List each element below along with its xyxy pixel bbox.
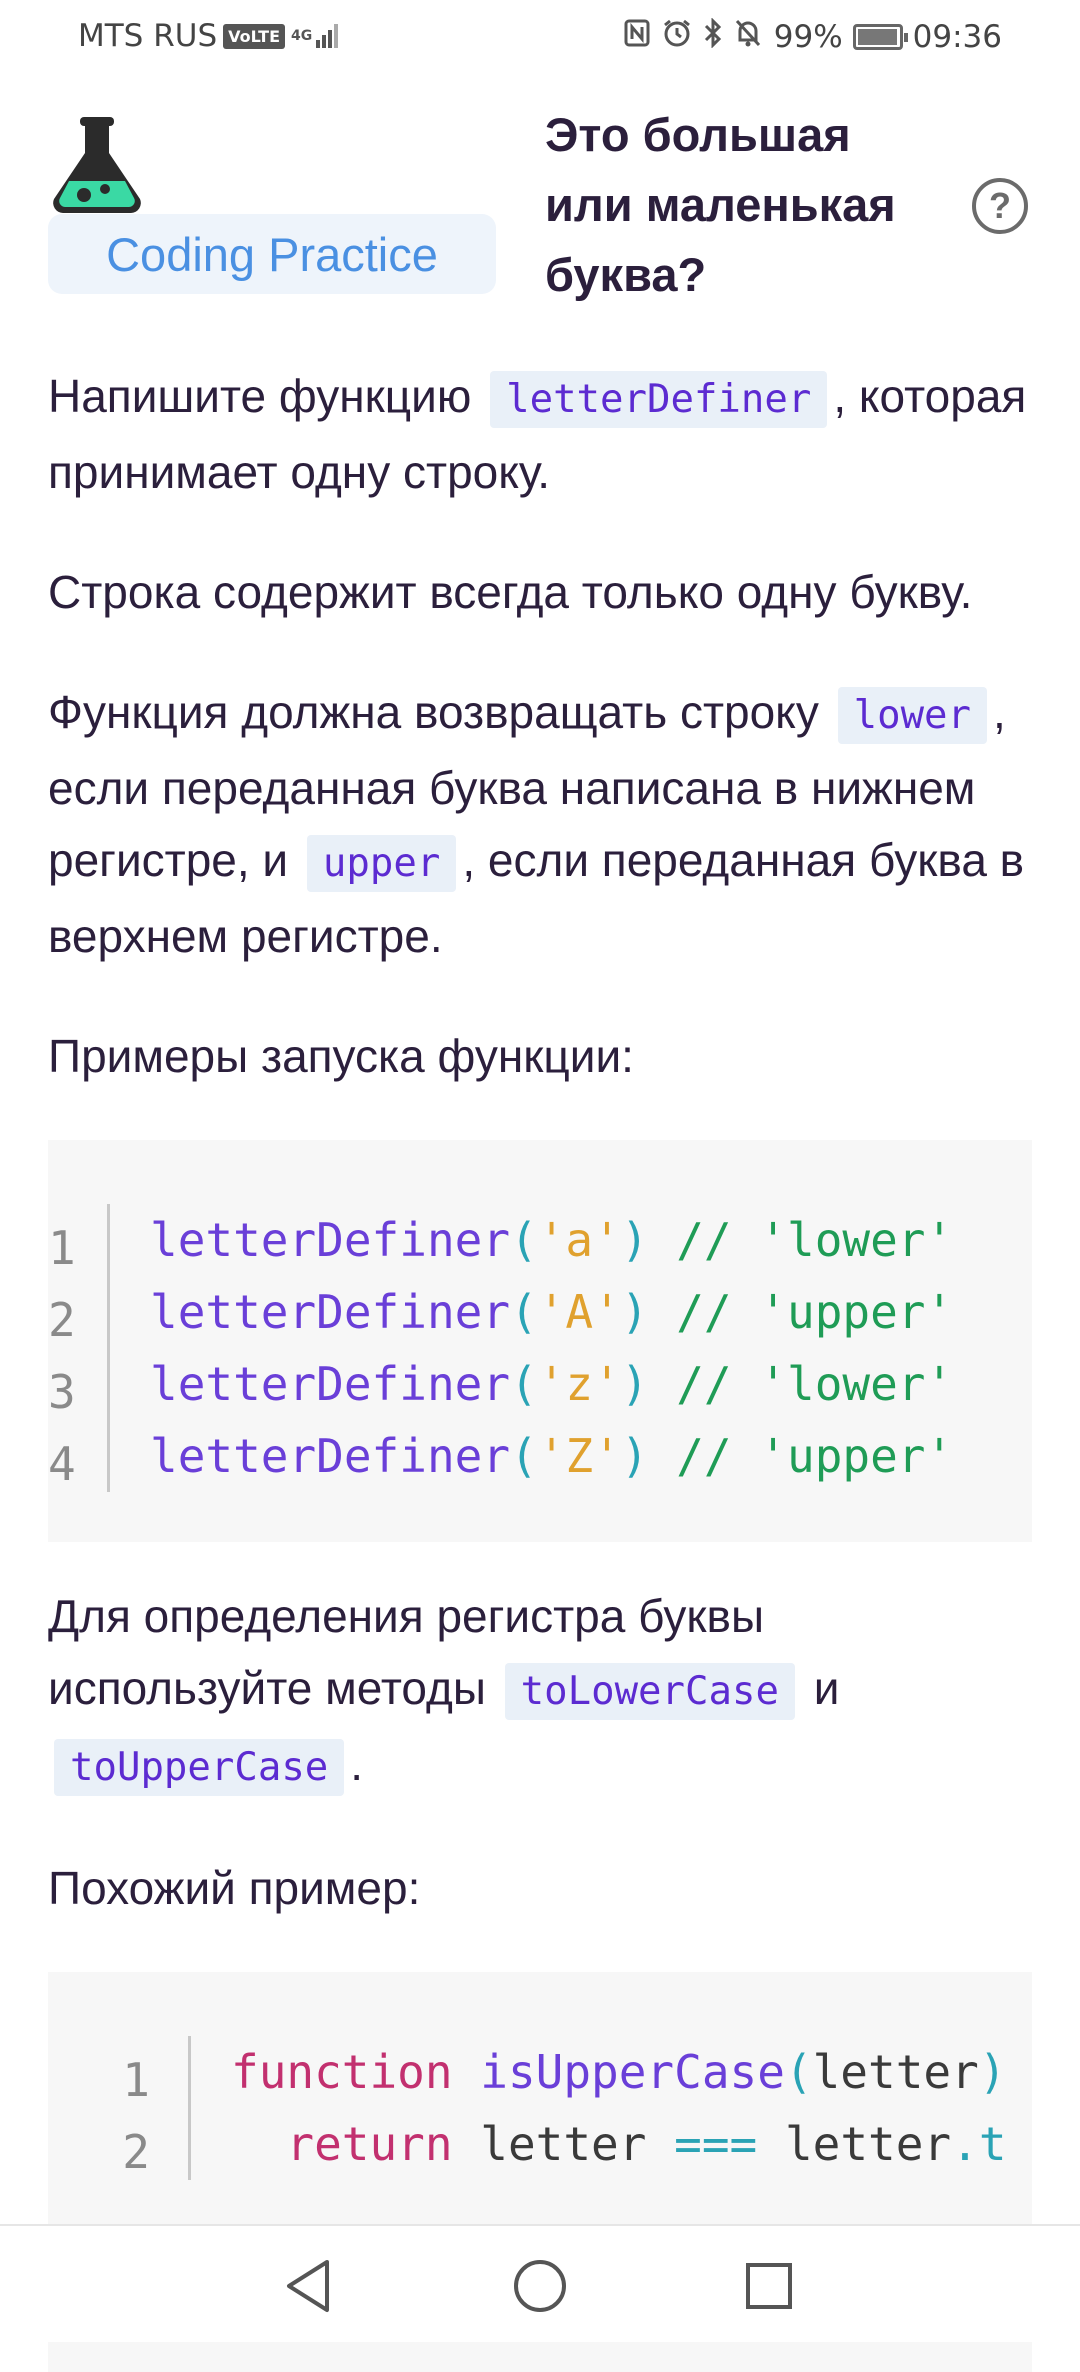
task-description: Напишите функцию letterDefiner, которая … xyxy=(48,360,1038,2372)
paragraph-return: Функция должна возвращать строку lower, … xyxy=(48,676,1038,972)
code-token-keyword: function xyxy=(231,2045,453,2099)
page-title: Это большая или маленькая буква? xyxy=(545,108,896,301)
code-token-paren: ( xyxy=(510,1357,538,1411)
line-number: 3 xyxy=(48,1348,110,1420)
system-nav-bar xyxy=(0,2224,1080,2342)
text-span: Функция должна возвращать строку xyxy=(48,686,832,738)
battery-icon xyxy=(852,24,908,50)
code-token-string: 'z' xyxy=(537,1357,621,1411)
code-text: return letter === letter.t xyxy=(191,2108,1007,2180)
code-token-function: letterDefiner xyxy=(150,1285,511,1339)
code-token-paren: ) xyxy=(978,2045,1007,2099)
inline-code: letterDefiner xyxy=(490,371,828,428)
flask-icon xyxy=(48,115,146,217)
bluetooth-icon xyxy=(704,17,722,56)
code-token-paren: ) xyxy=(620,1429,649,1483)
code-text: letterDefiner('A') // 'upper' xyxy=(110,1276,953,1348)
code-line: 4 letterDefiner('Z') // 'upper' xyxy=(48,1420,1032,1492)
examples-code-block: 1 letterDefiner('a') // 'lower' 2 letter… xyxy=(48,1140,1032,1542)
similar-heading: Похожий пример: xyxy=(48,1862,421,1914)
paragraph-intro: Напишите функцию letterDefiner, которая … xyxy=(48,360,1038,508)
code-token-function: isUpperCase xyxy=(480,2045,785,2099)
nfc-icon xyxy=(624,19,650,55)
code-token-string: 'a' xyxy=(537,1213,621,1267)
code-token-operator: . xyxy=(951,2117,979,2171)
code-text: letterDefiner('Z') // 'upper' xyxy=(110,1420,953,1492)
inline-code: toUpperCase xyxy=(54,1739,345,1796)
code-text: letterDefiner('a') // 'lower' xyxy=(110,1204,953,1276)
code-token-keyword: return xyxy=(286,2117,453,2171)
code-token-paren: ( xyxy=(784,2045,813,2099)
code-token-variable: letter xyxy=(480,2117,647,2171)
code-token-paren: ) xyxy=(620,1285,649,1339)
code-token-method: t xyxy=(978,2117,1007,2171)
code-token-paren: ( xyxy=(510,1213,538,1267)
code-token-paren: ( xyxy=(510,1429,538,1483)
code-token-comment: // 'upper' xyxy=(648,1429,954,1483)
clock-time: 09:36 xyxy=(912,19,1002,55)
code-token-paren: ) xyxy=(620,1213,649,1267)
code-token-comment: // 'lower' xyxy=(648,1213,954,1267)
paragraph-hint: Для определения регистра буквы используй… xyxy=(48,1580,1038,1804)
inline-code: upper xyxy=(306,835,457,892)
status-right: 99% 09:36 xyxy=(624,17,1002,56)
code-token-string: 'A' xyxy=(537,1285,621,1339)
battery-percent: 99% xyxy=(773,19,843,55)
code-token-param: letter xyxy=(812,2045,979,2099)
code-token-comment: // 'lower' xyxy=(648,1357,954,1411)
code-token-operator: === xyxy=(674,2117,758,2171)
examples-heading: Примеры запуска функции: xyxy=(48,1030,634,1082)
status-left: MTS RUS VoLTE 4G xyxy=(78,18,340,54)
alarm-icon xyxy=(662,18,692,56)
code-line: 1 function isUpperCase(letter) xyxy=(48,2036,1032,2108)
code-token-function: letterDefiner xyxy=(150,1213,511,1267)
code-token-string: 'Z' xyxy=(537,1429,621,1483)
code-token-function: letterDefiner xyxy=(150,1357,511,1411)
code-token-comment: // 'upper' xyxy=(648,1285,954,1339)
home-circle-icon[interactable] xyxy=(504,2250,576,2322)
line-number: 2 xyxy=(48,1276,110,1348)
recents-square-icon[interactable] xyxy=(733,2250,805,2322)
line-number: 2 xyxy=(48,2108,191,2180)
carrier-label: MTS RUS xyxy=(78,18,218,54)
help-button[interactable]: ? xyxy=(972,178,1028,234)
inline-code: toLowerCase xyxy=(504,1663,795,1720)
mute-bell-icon xyxy=(734,18,762,56)
status-bar: MTS RUS VoLTE 4G 99% 09:36 xyxy=(0,0,1080,70)
code-line: 1 letterDefiner('a') // 'lower' xyxy=(48,1204,1032,1276)
signal-strength-icon xyxy=(316,24,340,48)
line-number: 4 xyxy=(48,1420,110,1492)
text-span: и xyxy=(800,1662,840,1714)
text-span: Напишите функцию xyxy=(48,370,485,422)
category-badge: Coding Practice xyxy=(48,214,496,294)
code-token-paren: ) xyxy=(620,1357,649,1411)
network-type-icon: 4G xyxy=(291,28,313,44)
code-token-paren: ( xyxy=(510,1285,538,1339)
line-number: 1 xyxy=(48,1204,110,1276)
paragraph-input: Строка содержит всегда только одну букву… xyxy=(48,566,973,618)
code-line: 2 return letter === letter.t xyxy=(48,2108,1032,2180)
code-line: 2 letterDefiner('A') // 'upper' xyxy=(48,1276,1032,1348)
inline-code: lower xyxy=(837,687,988,744)
text-span: . xyxy=(350,1738,364,1790)
code-token-function: letterDefiner xyxy=(150,1429,511,1483)
volte-icon: VoLTE xyxy=(223,23,286,49)
line-number: 1 xyxy=(48,2036,191,2108)
code-token-variable: letter xyxy=(784,2117,952,2171)
code-line: 3 letterDefiner('z') // 'lower' xyxy=(48,1348,1032,1420)
code-text: letterDefiner('z') // 'lower' xyxy=(110,1348,953,1420)
back-triangle-icon[interactable] xyxy=(272,2250,344,2322)
code-text: function isUpperCase(letter) xyxy=(191,2036,1006,2108)
